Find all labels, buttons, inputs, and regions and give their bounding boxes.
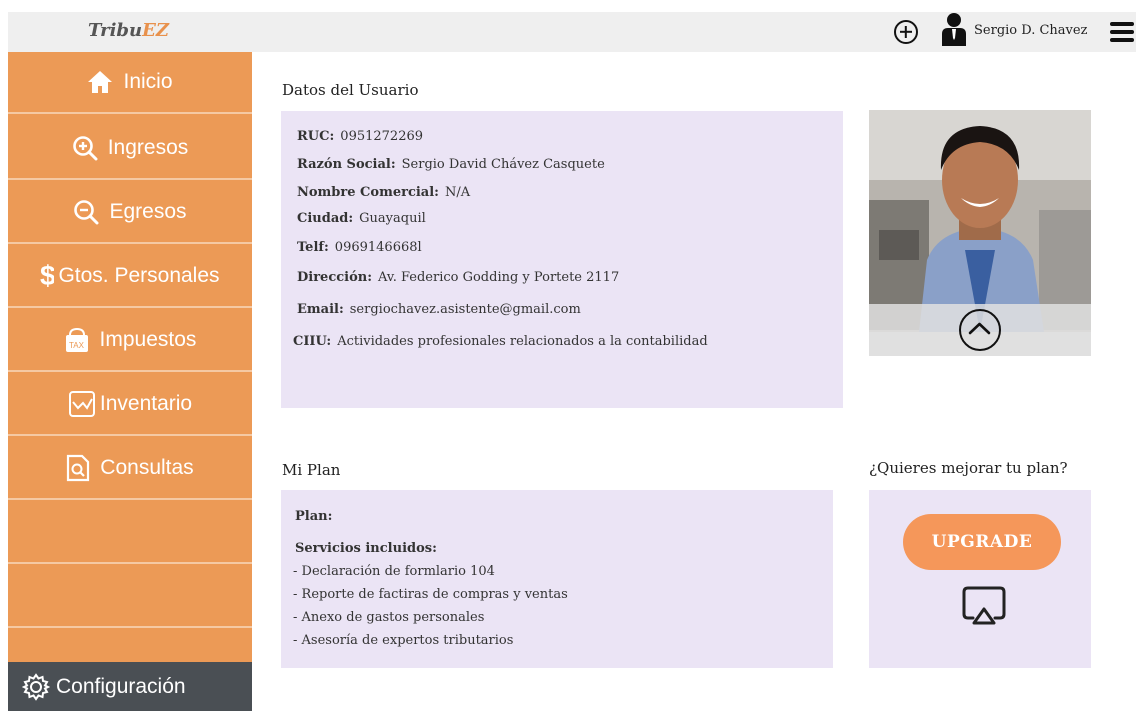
sidebar-item-egresos[interactable]: Egresos xyxy=(8,182,252,244)
field-label: RUC: xyxy=(297,129,335,144)
chart-icon xyxy=(68,390,96,418)
field-nombre-comercial: Nombre Comercial: N/A xyxy=(297,185,470,200)
sidebar-item-configuracion[interactable]: Configuración xyxy=(8,662,252,711)
chevron-up-icon[interactable] xyxy=(959,309,1001,351)
plan-card: Plan: Servicios incluidos: - Declaración… xyxy=(281,490,833,668)
zoom-out-icon xyxy=(73,199,99,225)
field-ciiu: CIIU: Actividades profesionales relaciona… xyxy=(293,334,708,349)
field-label: Email: xyxy=(297,302,344,317)
plan-label: Plan: xyxy=(295,509,333,524)
sidebar-item-inicio[interactable]: Inicio xyxy=(8,52,252,114)
top-bar: TribuEZ Sergio D. Chavez xyxy=(8,12,1136,52)
service-item: - Anexo de gastos personales xyxy=(293,610,485,625)
plan-title: Mi Plan xyxy=(282,461,341,479)
tax-icon: TAX xyxy=(64,327,90,353)
sidebar-item-ingresos[interactable]: Ingresos xyxy=(8,118,252,180)
field-label: CIIU: xyxy=(293,334,332,349)
sidebar-item-gtos-personales[interactable]: $ Gtos. Personales xyxy=(8,246,252,308)
field-telf: Telf: 0969146668l xyxy=(297,240,422,255)
sidebar-item-label: Ingresos xyxy=(107,136,189,159)
field-value: Sergio David Chávez Casquete xyxy=(401,157,605,172)
field-email: Email: sergiochavez.asistente@gmail.com xyxy=(297,302,581,317)
field-label: Telf: xyxy=(297,240,329,255)
sidebar-item-label: Inicio xyxy=(123,70,173,93)
user-avatar-icon[interactable] xyxy=(940,12,968,46)
sidebar-item-label: Egresos xyxy=(109,200,187,223)
sidebar-empty-slot xyxy=(8,502,252,564)
sidebar: Inicio Ingresos Egresos $ Gtos. Personal… xyxy=(8,52,252,711)
field-value: Guayaquil xyxy=(359,211,426,226)
user-name[interactable]: Sergio D. Chavez xyxy=(974,23,1087,38)
profile-photo xyxy=(869,110,1091,356)
sidebar-item-impuestos[interactable]: TAX Impuestos xyxy=(8,310,252,372)
sidebar-item-label: Configuración xyxy=(56,674,186,698)
field-value: sergiochavez.asistente@gmail.com xyxy=(349,302,581,317)
document-search-icon xyxy=(66,454,90,482)
user-data-title: Datos del Usuario xyxy=(282,81,419,99)
field-ciudad: Ciudad: Guayaquil xyxy=(297,211,426,226)
zoom-in-icon xyxy=(72,135,98,161)
field-ruc: RUC: 0951272269 xyxy=(297,129,423,144)
field-label: Razón Social: xyxy=(297,157,396,172)
service-item: - Reporte de factiras de compras y venta… xyxy=(293,587,568,602)
field-label: Nombre Comercial: xyxy=(297,185,439,200)
upgrade-button[interactable]: UPGRADE xyxy=(903,514,1061,570)
sidebar-item-label: Impuestos xyxy=(99,328,197,351)
upgrade-title: ¿Quieres mejorar tu plan? xyxy=(869,459,1068,477)
sidebar-item-inventario[interactable]: Inventario xyxy=(8,374,252,436)
brand-logo[interactable]: TribuEZ xyxy=(88,20,169,41)
field-label: Ciudad: xyxy=(297,211,354,226)
hamburger-menu-icon[interactable] xyxy=(1110,22,1134,42)
field-razon-social: Razón Social: Sergio David Chávez Casquet… xyxy=(297,157,605,172)
brand-text-tribu: Tribu xyxy=(88,20,143,41)
service-item: - Asesoría de expertos tributarios xyxy=(293,633,514,648)
service-item: - Declaración de formlario 104 xyxy=(293,564,495,579)
field-label: Dirección: xyxy=(297,270,373,285)
airplay-icon[interactable] xyxy=(961,585,1007,627)
svg-text:$: $ xyxy=(40,261,54,291)
svg-text:TAX: TAX xyxy=(69,341,85,350)
sidebar-item-label: Gtos. Personales xyxy=(58,264,220,287)
field-direccion: Dirección: Av. Federico Godding y Portete… xyxy=(297,270,619,285)
field-value: N/A xyxy=(444,185,471,200)
sidebar-item-label: Inventario xyxy=(99,392,193,415)
sidebar-empty-slot xyxy=(8,566,252,628)
field-value: Actividades profesionales relacionados a… xyxy=(337,334,708,349)
upgrade-card: UPGRADE xyxy=(869,490,1091,668)
add-icon[interactable] xyxy=(894,20,918,44)
services-label: Servicios incluidos: xyxy=(295,541,437,556)
profile-photo-image xyxy=(869,110,1091,332)
field-value: Av. Federico Godding y Portete 2117 xyxy=(378,270,620,285)
field-value: 0969146668l xyxy=(334,240,422,255)
field-value: 0951272269 xyxy=(340,129,424,144)
sidebar-item-consultas[interactable]: Consultas xyxy=(8,438,252,500)
home-icon xyxy=(87,70,113,94)
user-data-card: RUC: 0951272269 Razón Social: Sergio David… xyxy=(281,111,843,408)
sidebar-item-label: Consultas xyxy=(100,456,194,479)
dollar-icon: $ xyxy=(40,261,54,291)
gear-icon xyxy=(22,672,50,701)
brand-text-ez: EZ xyxy=(142,20,169,41)
